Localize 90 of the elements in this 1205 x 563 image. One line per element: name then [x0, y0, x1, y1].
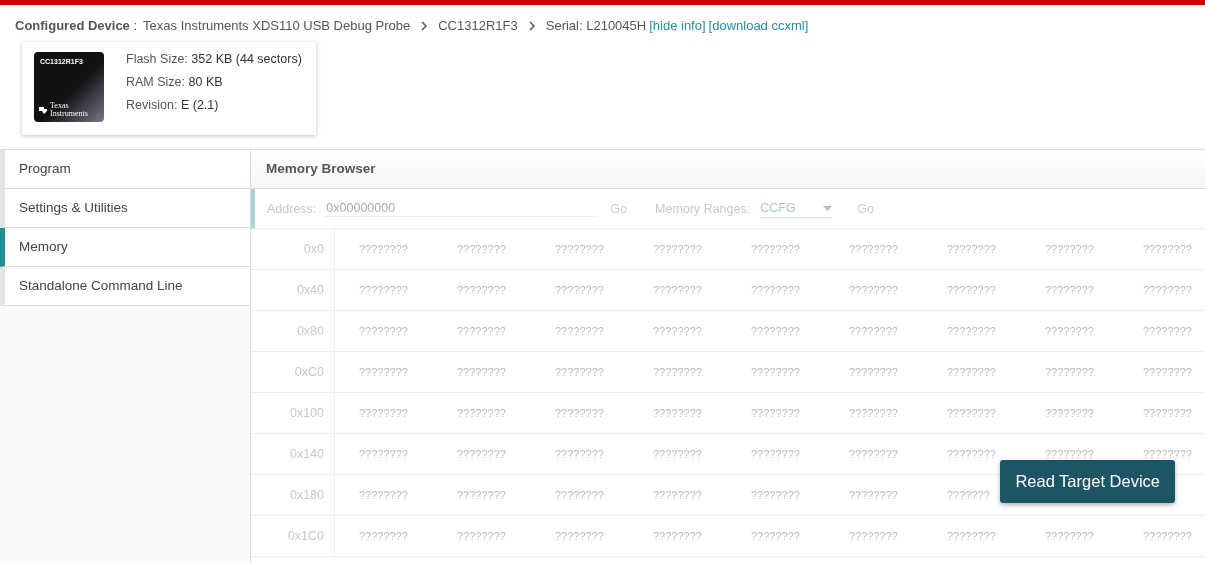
memory-cell: ???????? [751, 448, 800, 460]
memory-cell: ???????? [359, 448, 408, 460]
chevron-icon [527, 20, 536, 31]
memory-cell: ???????? [359, 366, 408, 378]
memory-cell: ???????? [751, 325, 800, 337]
memory-cell: ???????? [359, 530, 408, 542]
memory-cell: ???????? [947, 243, 996, 255]
memory-cell: ???????? [751, 243, 800, 255]
memory-cell: ???????? [849, 530, 898, 542]
read-target-device-button[interactable]: Read Target Device [1000, 460, 1175, 503]
chevron-icon [420, 20, 429, 31]
memory-cell: ???????? [1143, 448, 1192, 460]
memory-cell: ???????? [849, 284, 898, 296]
spec-text: Flash Size: 352 KB (44 sectors) [126, 52, 302, 66]
memory-cell: ???????? [653, 489, 702, 501]
memory-cell: ???????? [947, 407, 996, 419]
memory-cell: ???????? [849, 489, 898, 501]
memory-cell: ???????? [1143, 407, 1192, 419]
logo-text: Texas Instruments [50, 102, 88, 118]
breadcrumb-item: Texas Instruments XDS110 USB Debug Probe [143, 18, 411, 33]
memory-cell: ???????? [849, 448, 898, 460]
link[interactable]: [hide info] [649, 18, 706, 33]
memory-cell: ???????? [457, 284, 506, 296]
memory-cell: ???????? [947, 325, 996, 337]
memory-cell: ???????? [653, 366, 702, 378]
memory-cell: ???????? [1045, 530, 1094, 542]
memory-cell: ???????? [653, 448, 702, 460]
memory-cell: ???????? [555, 407, 604, 419]
memory-cell: ???????? [457, 366, 506, 378]
memory-cell: ???????? [457, 325, 506, 337]
breadcrumb-item: Serial: L210045H [545, 18, 647, 33]
memory-cell: ???????? [555, 243, 604, 255]
memory-cell: ???????? [457, 530, 506, 542]
memory-cell: ???????? [751, 407, 800, 419]
breadcrumb-item: CC1312R1F3 [438, 18, 518, 33]
sidebar-item[interactable]: Standalone Command Line [0, 267, 250, 306]
memory-cell: ???????? [457, 243, 506, 255]
spec-text: RAM Size: 80 KB [126, 75, 224, 89]
memory-cell: ???????? [947, 448, 996, 460]
memory-cell: ???????? [555, 366, 604, 378]
memory-cell: ???????? [1045, 407, 1094, 419]
memory-cell: ???????? [751, 366, 800, 378]
configured-device-label: Configured Device : [15, 18, 138, 33]
memory-cell: ???????? [1143, 243, 1192, 255]
spec-text: Revision: E (2.1) [126, 98, 220, 112]
memory-cell: ???????? [849, 407, 898, 419]
memory-cell: ???????? [653, 284, 702, 296]
memory-cell: ???????? [555, 284, 604, 296]
memory-cell: ???????? [653, 530, 702, 542]
memory-cell: ???????? [947, 366, 996, 378]
memory-cell: ???????? [359, 243, 408, 255]
memory-cell: ???????? [457, 489, 506, 501]
link[interactable]: [download ccxml] [708, 18, 809, 33]
memory-cell: ???????? [849, 366, 898, 378]
memory-cell: ???????? [359, 284, 408, 296]
memory-cell: ???????? [1143, 284, 1192, 296]
memory-cell: ???????? [555, 325, 604, 337]
memory-cell: ???????? [1045, 284, 1094, 296]
memory-cell: ???????? [751, 530, 800, 542]
sidebar-item[interactable]: Program [0, 150, 250, 189]
memory-cell: ???????? [555, 530, 604, 542]
memory-cell: ???????? [653, 243, 702, 255]
memory-cell: ???????? [1045, 243, 1094, 255]
memory-cell: ???????? [359, 489, 408, 501]
memory-cell: ???????? [1045, 366, 1094, 378]
caret-icon [823, 205, 833, 211]
memory-cell: ???????? [849, 243, 898, 255]
memory-cell: ???????? [653, 407, 702, 419]
memory-cell: ???????? [1143, 530, 1192, 542]
memory-cell: ???????? [849, 325, 898, 337]
memory-cell: ???????? [947, 284, 996, 296]
memory-cell: ???????? [457, 448, 506, 460]
sidebar-item[interactable]: Memory [0, 228, 250, 267]
memory-cell: ???????? [1045, 325, 1094, 337]
memory-cell: ???????? [359, 407, 408, 419]
logo-icon [38, 105, 48, 115]
address-field[interactable]: 0x00000000 [324, 200, 599, 217]
memory-cell: ???????? [751, 489, 800, 501]
memory-cell: ???????? [359, 325, 408, 337]
memory-cell: ???????? [457, 407, 506, 419]
memory-cell: ??????? [947, 489, 990, 501]
memory-cell: ???????? [653, 325, 702, 337]
memory-cell: ???????? [555, 489, 604, 501]
memory-cell: ???????? [751, 284, 800, 296]
memory-cell: ???????? [947, 530, 996, 542]
memory-cell: ???????? [555, 448, 604, 460]
memory-cell: ???????? [1143, 366, 1192, 378]
memory-cell: ???????? [1143, 325, 1192, 337]
sidebar-item[interactable]: Settings & Utilities [0, 189, 250, 228]
memory-cell: ???????? [1045, 448, 1094, 460]
